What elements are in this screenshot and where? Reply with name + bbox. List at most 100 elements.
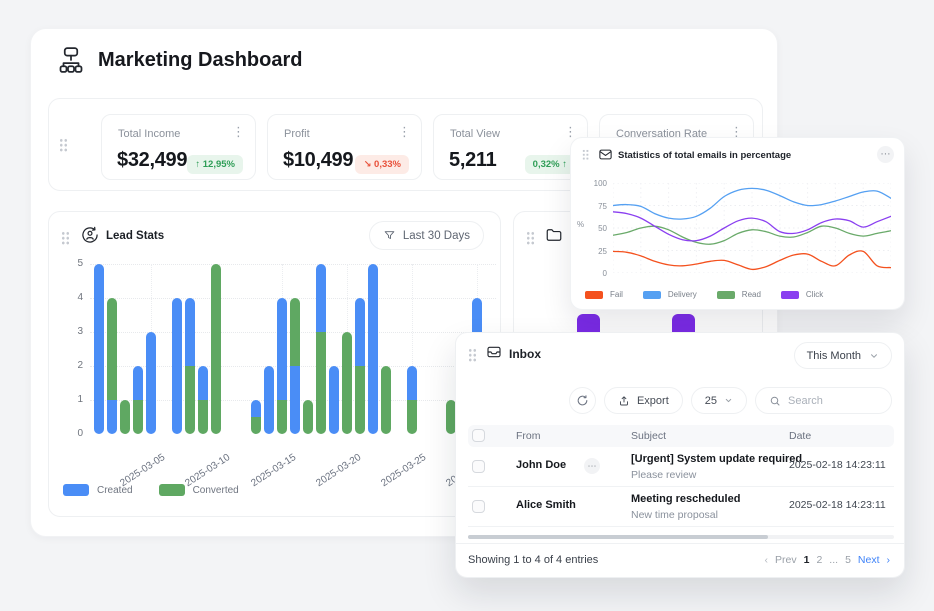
kebab-menu-icon[interactable]: ⋮: [564, 125, 577, 138]
bar-segment-converted: [185, 366, 195, 434]
stat-value: 5,211: [449, 149, 496, 172]
legend-swatch: [643, 291, 661, 299]
lead-stats-title: Lead Stats: [106, 230, 164, 242]
prev-page-chevron-icon[interactable]: ‹: [765, 554, 769, 566]
row-checkbox[interactable]: [472, 500, 485, 513]
email-subject: [Urgent] System update required: [631, 453, 802, 465]
app-header: Marketing Dashboard: [56, 45, 302, 75]
bar-2025-03-16: [290, 298, 300, 434]
date-range-filter-button[interactable]: Last 30 Days: [369, 221, 484, 250]
prev-page-button[interactable]: Prev: [775, 554, 797, 566]
drag-handle-icon[interactable]: [468, 348, 477, 362]
lead-stats-icon: [80, 225, 100, 245]
legend-label: Converted: [193, 485, 239, 496]
bar-2025-03-02: [107, 298, 117, 434]
page-number-...[interactable]: ...: [829, 554, 838, 566]
bar-2025-03-22: [368, 264, 378, 434]
bar-2025-03-08: [185, 298, 195, 434]
row-menu-icon[interactable]: ⋯: [584, 458, 600, 474]
email-stats-title: Statistics of total emails in percentage: [618, 150, 791, 161]
stat-title: Profit: [284, 128, 310, 140]
legend-label: Read: [742, 290, 761, 299]
kebab-menu-icon[interactable]: ⋮: [398, 125, 411, 138]
bar-segment-converted: [381, 366, 391, 434]
folder-icon: [545, 226, 563, 244]
y-tick-label: 50: [583, 224, 607, 233]
bar-segment-created: [185, 298, 195, 366]
lead-stats-card: Lead Stats Last 30 Days 543210 2025-03-0…: [48, 211, 501, 517]
legend-swatch: [159, 484, 185, 496]
table-row[interactable]: Alice SmithMeeting rescheduledNew time p…: [468, 487, 894, 527]
scrollbar-thumb[interactable]: [468, 535, 768, 539]
bar-2025-03-17: [303, 400, 313, 434]
period-dropdown[interactable]: This Month: [794, 342, 892, 369]
trend-badge: ↑ 12,95%: [187, 155, 243, 174]
drag-handle-icon[interactable]: [61, 231, 70, 245]
divider: [456, 543, 904, 544]
drag-handle-icon[interactable]: [582, 149, 589, 160]
bar-segment-converted: [133, 400, 143, 434]
legend-label: Created: [97, 485, 133, 496]
page-number-1[interactable]: 1: [804, 554, 810, 566]
bar-segment-created: [407, 366, 417, 400]
email-date: 2025-02-18 14:23:11: [789, 499, 886, 511]
page-size-dropdown[interactable]: 25: [691, 387, 747, 414]
bar-segment-created: [329, 366, 339, 434]
table-row[interactable]: John Doe⋯[Urgent] System update required…: [468, 447, 894, 487]
bar-segment-created: [368, 264, 378, 434]
inbox-table: From Subject Date John Doe⋯[Urgent] Syst…: [468, 425, 894, 527]
drag-handle-icon[interactable]: [526, 231, 535, 245]
funnel-icon: [383, 229, 396, 242]
y-tick-label: 25: [583, 247, 607, 256]
more-menu-icon[interactable]: ⋯: [877, 146, 894, 163]
bar-segment-created: [264, 366, 274, 434]
page-number-5[interactable]: 5: [845, 554, 851, 566]
legend-swatch: [63, 484, 89, 496]
kebab-menu-icon[interactable]: ⋮: [232, 125, 245, 138]
next-page-chevron-icon[interactable]: ›: [887, 554, 891, 566]
page-title: Marketing Dashboard: [98, 49, 302, 72]
chevron-down-icon: [869, 351, 879, 361]
bar-segment-created: [290, 366, 300, 434]
row-checkbox[interactable]: [472, 460, 485, 473]
page-number-2[interactable]: 2: [816, 554, 822, 566]
legend-item-fail: Fail: [585, 290, 623, 299]
bar-2025-03-18: [316, 264, 326, 434]
bar-segment-converted: [251, 417, 261, 434]
page-size-value: 25: [705, 395, 717, 407]
y-tick-label: 5: [63, 258, 83, 269]
export-icon: [618, 395, 630, 407]
column-header-from: From: [516, 430, 541, 442]
refresh-button[interactable]: [569, 387, 596, 414]
bar-segment-converted: [120, 400, 130, 434]
bar-2025-03-23: [381, 366, 391, 434]
inbox-toolbar: Export 25: [569, 387, 892, 414]
email-date: 2025-02-18 14:23:11: [789, 459, 886, 471]
email-preview: New time proposal: [631, 509, 718, 521]
legend-item-delivery: Delivery: [643, 290, 697, 299]
chevron-down-icon: [724, 396, 733, 405]
search-input[interactable]: [788, 395, 880, 407]
bar-2025-03-05: [146, 332, 156, 434]
bar-2025-03-25: [407, 366, 417, 434]
bar-2025-03-09: [198, 366, 208, 434]
legend-swatch: [585, 291, 603, 299]
y-tick-label: 100: [583, 179, 607, 188]
bar-segment-converted: [355, 366, 365, 434]
bar-segment-converted: [107, 298, 117, 400]
bar-2025-03-21: [355, 298, 365, 434]
export-button[interactable]: Export: [604, 387, 683, 414]
bar-segment-converted: [342, 332, 352, 434]
entries-summary: Showing 1 to 4 of 4 entries: [468, 554, 598, 566]
bar-2025-03-03: [120, 400, 130, 434]
drag-handle-icon[interactable]: [59, 138, 68, 152]
y-tick-label: 3: [63, 326, 83, 337]
bar-2025-03-19: [329, 366, 339, 434]
bar-segment-created: [107, 400, 117, 434]
legend-item-converted: Converted: [159, 484, 239, 496]
mail-icon: [598, 147, 613, 162]
stat-card-total-income: Total Income ⋮ $32,499 ↑ 12,95%: [101, 114, 256, 180]
next-page-button[interactable]: Next: [858, 554, 880, 566]
bar-segment-converted: [316, 332, 326, 434]
select-all-checkbox[interactable]: [472, 429, 485, 442]
